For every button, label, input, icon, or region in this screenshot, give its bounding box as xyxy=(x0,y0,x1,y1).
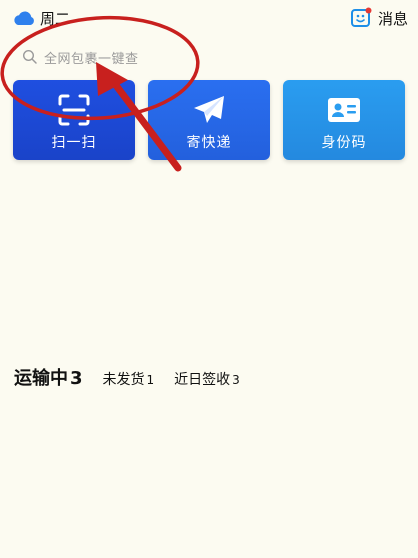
cloud-icon xyxy=(14,10,34,25)
tab-recently-signed[interactable]: 近日签收 3 xyxy=(174,369,240,389)
id-code-label: 身份码 xyxy=(321,135,367,151)
shipment-tabs: 运输中 3 未发货 1 近日签收 3 xyxy=(14,364,240,390)
tab-recently-signed-label: 近日签收 xyxy=(174,372,231,388)
scan-label: 扫一扫 xyxy=(51,135,97,151)
id-card-icon xyxy=(328,98,360,122)
tab-in-transit-count: 3 xyxy=(70,368,83,389)
tab-recently-signed-count: 3 xyxy=(232,373,240,387)
header: 周二 消息 xyxy=(0,0,418,36)
scan-icon xyxy=(58,94,90,126)
weekday-label: 周二 xyxy=(40,10,71,28)
tab-in-transit-label: 运输中 xyxy=(14,368,68,389)
smiley-face-icon xyxy=(350,7,372,27)
tab-not-shipped[interactable]: 未发货 1 xyxy=(103,369,155,389)
tab-in-transit[interactable]: 运输中 3 xyxy=(14,364,83,390)
messages-label: 消息 xyxy=(377,9,408,28)
id-code-button[interactable]: 身份码 xyxy=(283,80,405,160)
send-express-label: 寄快递 xyxy=(186,135,232,151)
search-icon xyxy=(22,49,37,64)
paper-plane-icon xyxy=(194,96,224,123)
notification-dot xyxy=(365,7,372,14)
tab-not-shipped-count: 1 xyxy=(146,373,155,387)
send-express-button[interactable]: 寄快递 xyxy=(148,80,270,160)
app-home: 周二 消息 全网包裹一键查 扫一扫 寄快递 身份码 运输中 3 未发货 1 近日… xyxy=(0,0,418,558)
tab-not-shipped-label: 未发货 xyxy=(102,372,145,388)
messages-button[interactable]: 消息 xyxy=(350,7,408,29)
search-bar[interactable]: 全网包裹一键查 xyxy=(22,46,202,68)
scan-button[interactable]: 扫一扫 xyxy=(13,80,135,160)
weather-widget[interactable]: 周二 xyxy=(12,8,70,29)
search-placeholder: 全网包裹一键查 xyxy=(44,51,139,67)
